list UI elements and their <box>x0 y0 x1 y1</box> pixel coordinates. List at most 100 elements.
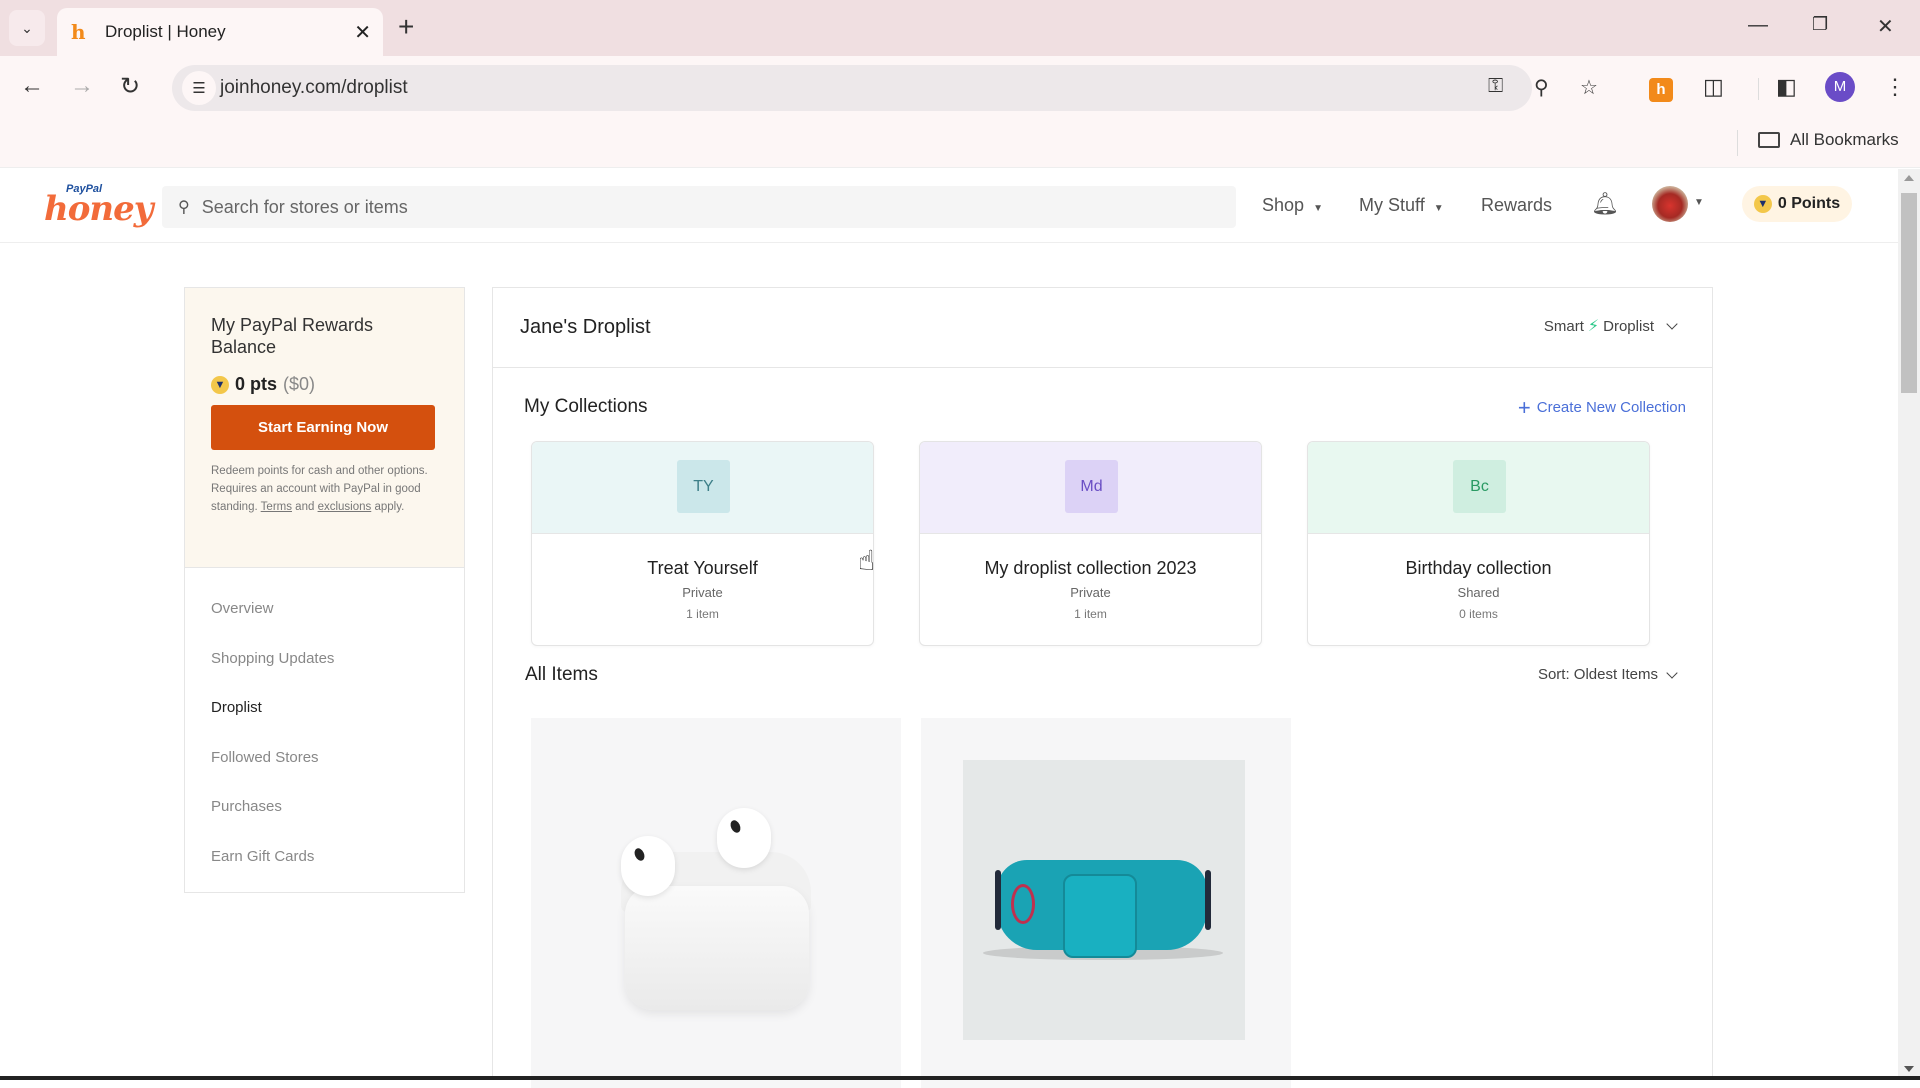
collections-heading: My Collections <box>524 396 648 417</box>
scroll-down-arrow-icon[interactable] <box>1904 1066 1914 1072</box>
chevron-down-icon <box>1666 318 1678 330</box>
browser-toolbar: ← → ↻ ☰ joinhoney.com/droplist ⚿ ⚲ ☆ h ◫… <box>0 56 1920 120</box>
collection-item-count: 0 items <box>1459 607 1498 621</box>
collection-name: Treat Yourself <box>647 558 758 578</box>
extensions-puzzle-icon[interactable]: ◫ <box>1703 74 1724 100</box>
menu-kebab-icon[interactable]: ⋮ <box>1884 74 1906 100</box>
exclusions-link[interactable]: exclusions <box>318 501 372 513</box>
back-icon[interactable]: ← <box>20 72 44 100</box>
tab-title: Droplist | Honey <box>105 22 226 41</box>
bookmark-star-icon[interactable]: ☆ <box>1580 75 1598 100</box>
page-scrollbar[interactable] <box>1898 169 1920 1080</box>
collection-privacy: Shared <box>1457 585 1500 600</box>
rewards-dollar-value: ($0) <box>283 374 316 394</box>
sidebar-item-earn-gift-cards[interactable]: Earn Gift Cards <box>211 832 438 882</box>
search-input[interactable] <box>201 196 1102 218</box>
collection-card-header: Md <box>920 442 1261 534</box>
collection-item-count: 1 item <box>686 607 719 621</box>
start-earning-button[interactable]: Start Earning Now <box>211 405 435 450</box>
collection-name: My droplist collection 2023 <box>984 558 1197 578</box>
bell-icon[interactable]: 🔔︎ <box>1591 191 1619 217</box>
user-avatar[interactable] <box>1652 186 1688 222</box>
profile-avatar[interactable]: M <box>1825 72 1855 102</box>
side-panel-icon[interactable]: ◧ <box>1776 74 1797 100</box>
bookmarks-bar: All Bookmarks <box>0 120 1920 168</box>
sort-dropdown[interactable]: Sort: Oldest Items <box>1538 666 1678 683</box>
collection-item-count: 1 item <box>1074 607 1107 621</box>
sidebar-nav: Overview Shopping Updates Droplist Follo… <box>185 568 464 897</box>
chevron-down-icon <box>1666 666 1678 679</box>
site-search[interactable]: ⚲ <box>162 186 1236 228</box>
earbud-right-shape <box>717 808 771 868</box>
forward-icon[interactable]: → <box>70 72 94 100</box>
collection-privacy: Private <box>1070 585 1111 600</box>
trophy-icon: ▼ <box>211 375 229 394</box>
mode-droplist-label: Droplist <box>1603 317 1654 335</box>
disclaimer-suffix: apply. <box>371 501 405 513</box>
collection-card-header: TY <box>532 442 873 534</box>
new-tab-icon[interactable]: + <box>398 12 414 42</box>
sidebar-item-overview[interactable]: Overview <box>211 584 438 634</box>
case-body-shape <box>625 886 809 1010</box>
collection-name: Birthday collection <box>1405 558 1552 578</box>
points-label: 0 Points <box>1777 195 1841 212</box>
droplist-item-card[interactable] <box>921 718 1291 1088</box>
sidebar-item-droplist[interactable]: Droplist <box>211 683 438 733</box>
scroll-up-arrow-icon[interactable] <box>1904 175 1914 181</box>
browser-tabstrip: ⌄ h Droplist | Honey ✕ + — ❐ ✕ <box>0 0 1920 56</box>
sidebar-item-followed-stores[interactable]: Followed Stores <box>211 733 438 783</box>
bag-strap-right <box>1205 870 1211 930</box>
nav-shop[interactable]: Shop ▼ <box>1262 195 1323 216</box>
bag-logo-shape <box>1011 884 1035 924</box>
points-badge[interactable]: ▼ 0 Points <box>1742 186 1852 222</box>
chevron-down-icon: ⌄ <box>21 19 33 36</box>
sidebar-item-shopping-updates[interactable]: Shopping Updates <box>211 634 438 684</box>
scroll-thumb[interactable] <box>1901 193 1917 393</box>
window-close-icon[interactable]: ✕ <box>1877 14 1894 39</box>
droplist-mode-dropdown[interactable]: Smart ⚡︎ Droplist <box>1544 316 1678 336</box>
honey-extension-icon[interactable]: h <box>1649 78 1673 102</box>
caret-down-icon[interactable]: ▼ <box>1694 197 1704 208</box>
toolbar-divider <box>1758 78 1759 100</box>
tab-search-button[interactable]: ⌄ <box>9 10 45 46</box>
password-key-icon[interactable]: ⚿ <box>1488 75 1503 98</box>
collection-initials-badge: Bc <box>1453 460 1506 513</box>
caret-down-icon: ▼ <box>1313 203 1323 214</box>
nav-rewards[interactable]: Rewards <box>1481 195 1552 216</box>
site-info-icon[interactable]: ☰ <box>182 71 216 105</box>
create-collection-button[interactable]: + Create New Collection <box>1518 396 1686 418</box>
airpods-product-image <box>621 808 811 1010</box>
collection-card[interactable]: Md My droplist collection 2023 Private 1… <box>919 441 1262 646</box>
url-text[interactable]: joinhoney.com/droplist <box>220 77 408 99</box>
site-header: PayPal honey ⚲ Shop ▼ My Stuff ▼ Rewards… <box>0 169 1898 243</box>
nav-my-stuff[interactable]: My Stuff ▼ <box>1359 195 1444 216</box>
collection-card[interactable]: Bc Birthday collection Shared 0 items <box>1307 441 1650 646</box>
bag-pocket-shape <box>1063 874 1137 958</box>
rewards-title: My PayPal Rewards Balance <box>211 315 374 357</box>
earbud-left-shape <box>621 836 675 896</box>
restore-icon[interactable]: ❐ <box>1812 14 1828 35</box>
nav-rewards-label: Rewards <box>1481 195 1553 215</box>
bottom-edge <box>0 1076 1920 1080</box>
terms-link[interactable]: Terms <box>261 501 292 513</box>
paypal-honey-logo[interactable]: PayPal honey <box>44 183 154 229</box>
nav-my-stuff-label: My Stuff <box>1359 195 1425 215</box>
reload-icon[interactable]: ↻ <box>120 72 140 101</box>
all-bookmarks-button[interactable]: All Bookmarks <box>1758 130 1899 150</box>
browser-tab[interactable]: h Droplist | Honey ✕ <box>57 8 383 56</box>
sidebar-item-purchases[interactable]: Purchases <box>211 782 438 832</box>
account-sidebar: My PayPal Rewards Balance ▼ 0 pts ($0) S… <box>184 287 465 893</box>
folder-icon <box>1758 132 1780 148</box>
zoom-out-icon[interactable]: ⚲ <box>1534 75 1549 100</box>
droplist-header: Jane's Droplist Smart ⚡︎ Droplist <box>493 288 1712 368</box>
collection-card-header: Bc <box>1308 442 1649 534</box>
create-collection-label: Create New Collection <box>1536 399 1686 416</box>
collection-card[interactable]: TY Treat Yourself Private 1 item <box>531 441 874 646</box>
collection-privacy: Private <box>682 585 723 600</box>
caret-down-icon: ▼ <box>1433 203 1444 214</box>
search-icon: ⚲ <box>178 199 190 216</box>
minimize-icon[interactable]: — <box>1748 14 1768 37</box>
address-bar[interactable]: ☰ joinhoney.com/droplist ⚿ ⚲ ☆ <box>172 65 1598 111</box>
close-icon[interactable]: ✕ <box>354 20 371 45</box>
droplist-item-card[interactable] <box>531 718 901 1088</box>
